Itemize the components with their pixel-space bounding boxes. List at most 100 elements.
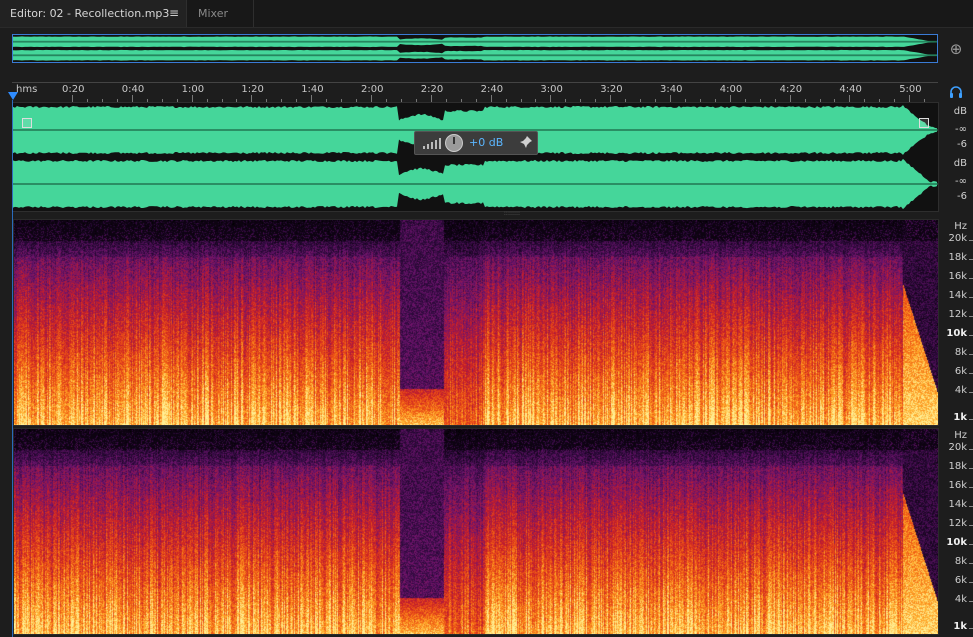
hz-label: 12k — [948, 309, 967, 320]
spectrogram-left — [14, 220, 938, 425]
frequency-scale-right: Hz 20k 18k 16k 14k 12k 10k 8k 6k 4k 1k — [941, 428, 973, 635]
hz-tick — [969, 419, 973, 420]
ruler-tick-label: 1:00 — [181, 84, 205, 95]
clip-gain-hud[interactable]: +0 dB — [414, 131, 538, 155]
db-unit-ch2: dB — [953, 158, 967, 169]
ruler-tick-label: 1:40 — [301, 84, 324, 95]
ruler-tick — [789, 95, 791, 102]
hz-label: 1k — [953, 621, 967, 632]
volume-bars-icon — [423, 137, 441, 149]
hz-tick — [969, 278, 973, 279]
hz-tick — [969, 316, 973, 317]
gain-knob-icon[interactable] — [445, 134, 463, 152]
hz-label: 20k — [948, 233, 967, 244]
zoom-icon[interactable]: ⊕ — [945, 38, 967, 60]
hz-tick — [969, 487, 973, 488]
ruler-tick — [72, 95, 73, 102]
db-inf-ch1: -∞ — [955, 124, 967, 135]
hz-label: 14k — [948, 499, 967, 510]
ruler-tick — [729, 95, 731, 102]
hz-label: 6k — [954, 575, 967, 586]
ruler-tick-label: 4:20 — [779, 84, 803, 95]
ruler-tick-label: 0:40 — [121, 84, 145, 95]
spectral-display-right[interactable] — [13, 428, 939, 635]
hz-label: 20k — [948, 442, 967, 453]
panel-menu-icon[interactable]: ≡ — [166, 0, 182, 27]
hz-tick — [969, 506, 973, 507]
ruler-tick — [430, 95, 432, 102]
hz-tick — [969, 601, 973, 602]
ruler-tick-label: 4:40 — [839, 84, 862, 95]
hz-unit: Hz — [954, 430, 967, 441]
gain-value[interactable]: +0 dB — [469, 136, 503, 149]
hz-tick — [969, 544, 973, 545]
ruler-tick-label: 5:00 — [899, 84, 922, 95]
fade-in-handle[interactable] — [22, 118, 32, 128]
hz-tick — [969, 297, 973, 298]
hz-tick — [969, 628, 973, 629]
hz-tick — [969, 240, 973, 241]
frequency-scale-left: Hz 20k 18k 16k 14k 12k 10k 8k 6k 4k 1k — [941, 219, 973, 426]
hz-label: 16k — [948, 480, 967, 491]
ruler-tick-label: 3:20 — [600, 84, 623, 95]
ruler-tick-label: 3:00 — [540, 84, 563, 95]
waveform-core — [13, 40, 937, 43]
ruler-tick — [371, 95, 372, 102]
hz-label: 10k — [946, 328, 967, 339]
hz-label: 14k — [948, 290, 967, 301]
fade-out-handle[interactable] — [919, 118, 929, 128]
hz-tick — [969, 335, 973, 336]
ruler-tick — [131, 95, 133, 102]
ruler-tick-label: 3:40 — [660, 84, 683, 95]
ruler-ticks: 0:20 0:40 1:00 1:20 1:40 2:00 2:20 2:40 3:00 3:20… — [12, 82, 938, 102]
tab-mixer[interactable]: Mixer — [188, 0, 254, 27]
hz-tick — [969, 525, 973, 526]
db-unit-ch1: dB — [953, 106, 967, 117]
ruler-tick — [311, 95, 313, 102]
ruler-tick — [191, 95, 193, 102]
pin-icon[interactable] — [519, 135, 535, 151]
waveform-core — [13, 54, 937, 57]
ruler-tick — [610, 95, 612, 102]
ruler-tick-label: 2:00 — [361, 84, 384, 95]
ruler-tick — [550, 95, 552, 102]
ruler-tick — [670, 95, 671, 102]
ruler-tick-label: 1:20 — [241, 84, 264, 95]
hz-label: 1k — [953, 412, 967, 423]
hz-tick — [969, 468, 973, 469]
overview-waveform[interactable] — [12, 34, 938, 63]
ruler-tick — [909, 95, 911, 102]
db-inf-ch2: -∞ — [955, 176, 967, 187]
tab-editor[interactable]: Editor: 02 - Recollection.mp3 — [0, 0, 187, 27]
db-minus6-ch2: -6 — [957, 191, 967, 202]
overview-waveform-graphic — [13, 35, 937, 62]
hz-tick — [969, 392, 973, 393]
ruler-tick — [849, 95, 851, 102]
waveform-graphic — [13, 103, 938, 211]
hz-label: 16k — [948, 271, 967, 282]
ruler-tick — [251, 95, 253, 102]
hz-label: 10k — [946, 537, 967, 548]
hz-label: 8k — [954, 347, 967, 358]
hz-tick — [969, 563, 973, 564]
hz-tick — [969, 373, 973, 374]
tab-editor-label: Editor: 02 - Recollection.mp3 — [10, 7, 170, 20]
hz-label: 18k — [948, 252, 967, 263]
db-minus6-ch1: -6 — [957, 139, 967, 150]
hz-label: 12k — [948, 518, 967, 529]
hz-tick — [969, 354, 973, 355]
panel-divider-grip[interactable]: :::::::: — [500, 211, 524, 217]
waveform-display[interactable] — [12, 102, 939, 212]
hz-tick — [969, 259, 973, 260]
hz-label: 18k — [948, 461, 967, 472]
hz-label: 4k — [954, 385, 967, 396]
hz-tick — [969, 449, 973, 450]
ruler-tick-label: 0:20 — [62, 84, 85, 95]
playhead-handle[interactable] — [8, 92, 18, 100]
ruler-tick-label: 2:20 — [420, 84, 444, 95]
hz-label: 8k — [954, 556, 967, 567]
tab-mixer-label: Mixer — [198, 7, 229, 20]
headphone-icon[interactable] — [948, 84, 966, 102]
ruler-tick — [490, 95, 492, 102]
spectral-display-left[interactable] — [13, 219, 939, 426]
